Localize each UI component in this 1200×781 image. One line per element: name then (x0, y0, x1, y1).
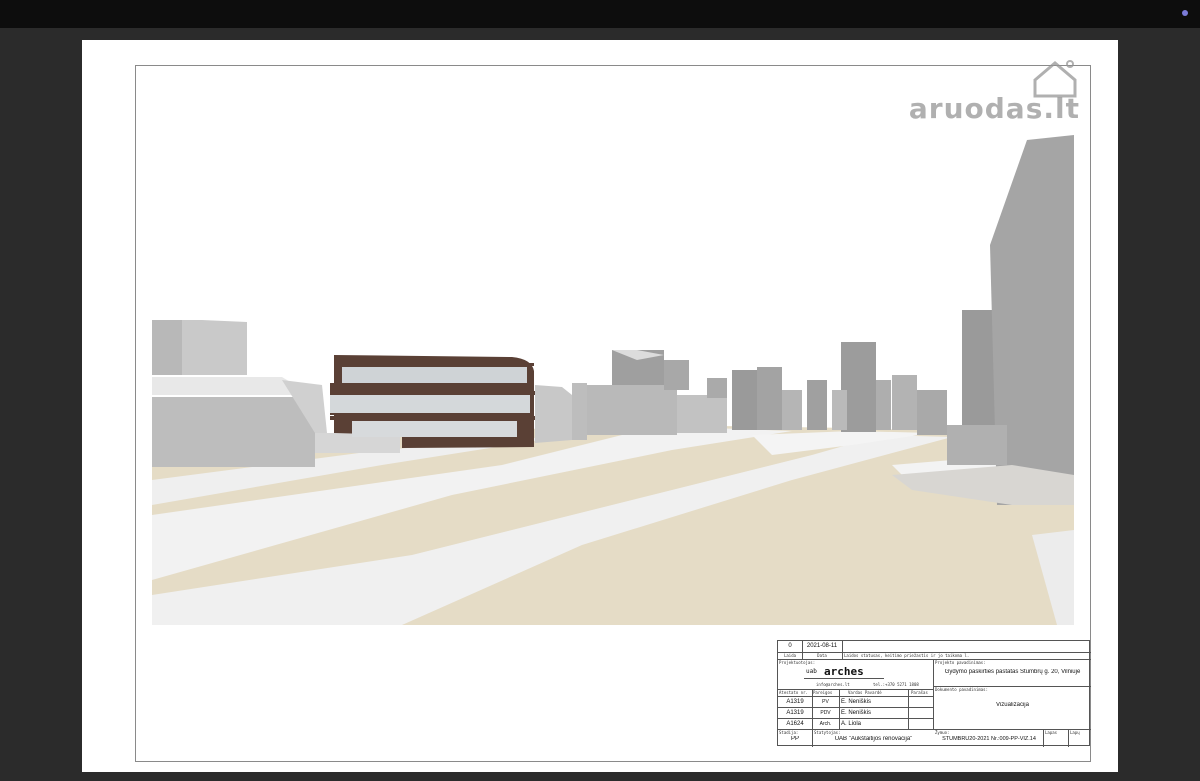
document-code: STUMBRU20-2021 Nr.:009-PP-VIZ.14 (942, 736, 1036, 742)
lbl-lapu: Lapų (1070, 730, 1080, 735)
staff-cert: A1319 (786, 699, 804, 705)
staff-name: E. Neniškis (841, 699, 872, 705)
company-prefix: uab (806, 668, 817, 675)
company-name: arches (824, 665, 864, 678)
title-block: 0 2021-08-11 Laida Data Laidos statusas,… (777, 640, 1091, 747)
staff-name: E. Neniškis (841, 710, 872, 716)
lbl-doc-name: Dokumento pavadinimas: (935, 687, 988, 692)
staff-role: PDV (820, 710, 831, 716)
top-bar (0, 0, 1200, 28)
company-phone: tel.:+370 5271 1808 (873, 682, 919, 687)
watermark-logo: aruodas.lt (908, 92, 1080, 125)
staff-cert: A1624 (786, 721, 804, 727)
revision-date: 2021-08-11 (806, 643, 838, 649)
lbl-lapas: Lapas (1045, 730, 1058, 735)
drawing-sheet: aruodas.lt 0 2021-08-11 Laida Data Laido… (82, 40, 1118, 772)
staff-name: A. Liola (841, 721, 862, 727)
staff-cert: A1319 (786, 710, 804, 716)
staff-role: Arch. (819, 721, 832, 727)
status-dot (1182, 10, 1188, 16)
stage: PP (790, 736, 799, 742)
visualization-image (152, 135, 1074, 625)
revision-number: 0 (788, 643, 792, 649)
project-name: Gydymo paskirties pastatas Stumbrų g. 20… (944, 669, 1081, 675)
staff-role: PV (822, 699, 829, 705)
doc-name: Vizualizacija (996, 702, 1029, 708)
company-email: info@arches.lt (816, 682, 850, 687)
lbl-project-name: Projekto pavadinimas: (935, 660, 986, 665)
client: UAB "Aukštaitijos renovacija" (834, 736, 913, 742)
